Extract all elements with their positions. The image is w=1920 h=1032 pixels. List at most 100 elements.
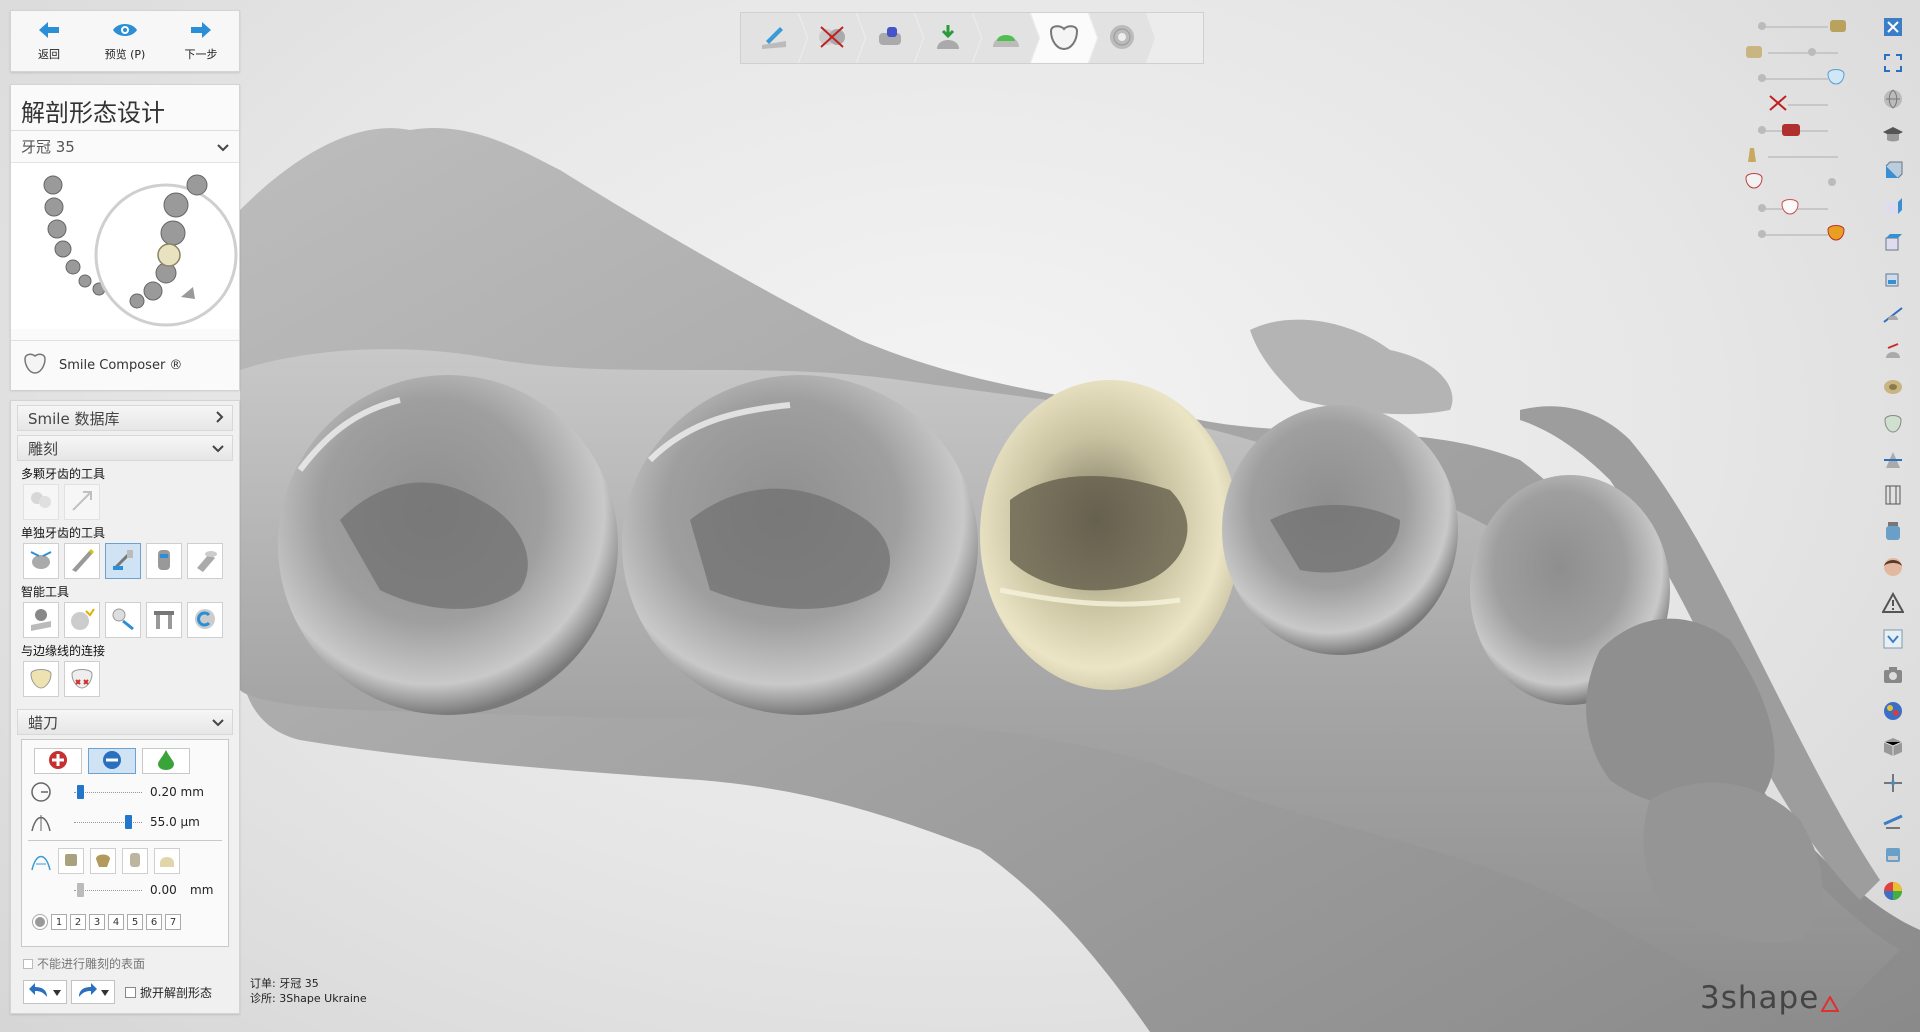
back-button[interactable]: 返回 — [11, 11, 87, 71]
selected-tooth-35 — [157, 243, 181, 267]
add-material-button[interactable] — [34, 748, 82, 774]
view-bottom-button[interactable] — [1879, 266, 1907, 294]
multi-tooth-tools — [23, 484, 239, 520]
gingiva-icon — [1780, 120, 1802, 141]
visibility-row-scan[interactable] — [1745, 170, 1848, 194]
workflow-step-cut[interactable] — [799, 13, 865, 63]
brush-2-button[interactable]: 2 — [70, 914, 86, 930]
axis-button[interactable] — [1879, 770, 1907, 798]
view-top-button[interactable] — [1879, 230, 1907, 258]
order-value: 牙冠 35 — [279, 977, 319, 990]
next-button[interactable]: 下一步 — [163, 11, 239, 71]
visibility-row-cut[interactable] — [1748, 92, 1848, 116]
shape-preset-1[interactable] — [58, 848, 84, 874]
brush-3-button[interactable]: 3 — [89, 914, 105, 930]
plus-circle-icon — [48, 750, 68, 773]
rotate-view-button[interactable] — [1879, 86, 1907, 114]
wax-knife-section[interactable]: 蜡刀 — [17, 709, 233, 735]
workflow-step-die[interactable] — [973, 13, 1039, 63]
color-map-button[interactable] — [1879, 698, 1907, 726]
group-transform-tool[interactable] — [64, 484, 100, 520]
visibility-row-crown[interactable] — [1748, 66, 1848, 90]
contact-tool[interactable] — [64, 602, 100, 638]
open-anatomy-checkbox[interactable] — [125, 986, 136, 998]
workflow-step-margin[interactable] — [741, 13, 807, 63]
occlusal-view-button[interactable] — [1879, 374, 1907, 402]
tooth-view-button[interactable] — [1879, 410, 1907, 438]
brush-6-button[interactable]: 6 — [146, 914, 162, 930]
undo-button[interactable] — [23, 980, 67, 1004]
sculpt-section[interactable]: 雕刻 — [17, 435, 233, 461]
transparency-button[interactable] — [1879, 626, 1907, 654]
workflow-step-insertion[interactable] — [857, 13, 923, 63]
wax-knife-tool[interactable] — [105, 543, 141, 579]
section-view-button[interactable] — [1879, 302, 1907, 330]
copy-tool[interactable] — [187, 602, 223, 638]
shape-preset-4[interactable] — [154, 848, 180, 874]
strength-slider[interactable]: 55.0 μm — [30, 812, 220, 834]
preview-button[interactable]: 预览 (P) — [87, 11, 163, 71]
brush-sphere-icon[interactable] — [32, 914, 48, 930]
workflow-step-anatomy[interactable] — [1031, 13, 1097, 63]
close-view-button[interactable] — [1879, 14, 1907, 42]
offset-track[interactable] — [74, 890, 142, 896]
articulator-button[interactable] — [1879, 842, 1907, 870]
snapshot-button[interactable] — [1879, 518, 1907, 546]
warning-button[interactable] — [1879, 590, 1907, 618]
no-sculpt-checkbox[interactable] — [23, 958, 33, 969]
radius-slider[interactable]: 0.20 mm — [30, 781, 220, 804]
occlusion-tool[interactable] — [23, 602, 59, 638]
box-view-button[interactable] — [1879, 734, 1907, 762]
workflow-step-finish[interactable] — [1089, 13, 1155, 63]
no-sculpt-surface-option[interactable]: 不能进行雕刻的表面 — [23, 955, 239, 972]
smooth-tool[interactable] — [187, 543, 223, 579]
shape-preset-3[interactable] — [122, 848, 148, 874]
smile-composer-button[interactable]: Smile Composer ® — [11, 340, 239, 390]
view-side-button[interactable] — [1879, 194, 1907, 222]
smile-database-section[interactable]: Smile 数据库 — [17, 405, 233, 431]
radius-track[interactable] — [74, 792, 142, 798]
morph-tool[interactable] — [146, 543, 182, 579]
face-view-button[interactable] — [1879, 554, 1907, 582]
color-settings-button[interactable] — [1879, 878, 1907, 906]
frenum — [1250, 319, 1453, 415]
shape-preset-2[interactable] — [90, 848, 116, 874]
pontic-tool[interactable] — [146, 602, 182, 638]
brush-4-button[interactable]: 4 — [108, 914, 124, 930]
education-button[interactable] — [1879, 122, 1907, 150]
view-front-button[interactable] — [1879, 158, 1907, 186]
margin-remove-tool[interactable] — [64, 661, 100, 697]
strength-thumb[interactable] — [125, 815, 132, 829]
smooth-material-button[interactable] — [142, 748, 190, 774]
redo-button[interactable] — [71, 980, 115, 1004]
tooth-selector-dropdown[interactable]: 牙冠 35 — [11, 131, 239, 163]
brush-5-button[interactable]: 5 — [127, 914, 143, 930]
fullscreen-button[interactable] — [1879, 50, 1907, 78]
anatomy-fit-tool[interactable] — [105, 602, 141, 638]
brush-7-button[interactable]: 7 — [165, 914, 181, 930]
measure-button[interactable] — [1879, 482, 1907, 510]
remove-material-button[interactable] — [88, 748, 136, 774]
offset-slider[interactable]: 0.00 mm — [30, 880, 220, 902]
clipping-button[interactable] — [1879, 446, 1907, 474]
visibility-row-die[interactable] — [1748, 144, 1848, 168]
group-morph-tool[interactable] — [23, 484, 59, 520]
distance-tool-button[interactable] — [1879, 338, 1907, 366]
brush-1-button[interactable]: 1 — [51, 914, 67, 930]
visibility-row-gingiva[interactable] — [1748, 118, 1848, 142]
radius-thumb[interactable] — [77, 785, 84, 799]
plane-button[interactable] — [1879, 806, 1907, 834]
3d-viewport[interactable] — [0, 0, 1920, 1032]
camera-button[interactable] — [1879, 662, 1907, 690]
transform-tool[interactable] — [23, 543, 59, 579]
tooth-arch-selector[interactable] — [11, 163, 239, 329]
workflow-step-cement[interactable] — [915, 13, 981, 63]
visibility-row-smile[interactable] — [1748, 196, 1848, 220]
visibility-row-model[interactable] — [1746, 40, 1848, 64]
tooth-36 — [622, 375, 978, 715]
cut-tool[interactable] — [64, 543, 100, 579]
margin-adapt-tool[interactable] — [23, 661, 59, 697]
visibility-row-antagonist[interactable] — [1748, 14, 1848, 38]
offset-thumb[interactable] — [77, 883, 84, 897]
visibility-row-heatmap[interactable] — [1748, 222, 1848, 246]
